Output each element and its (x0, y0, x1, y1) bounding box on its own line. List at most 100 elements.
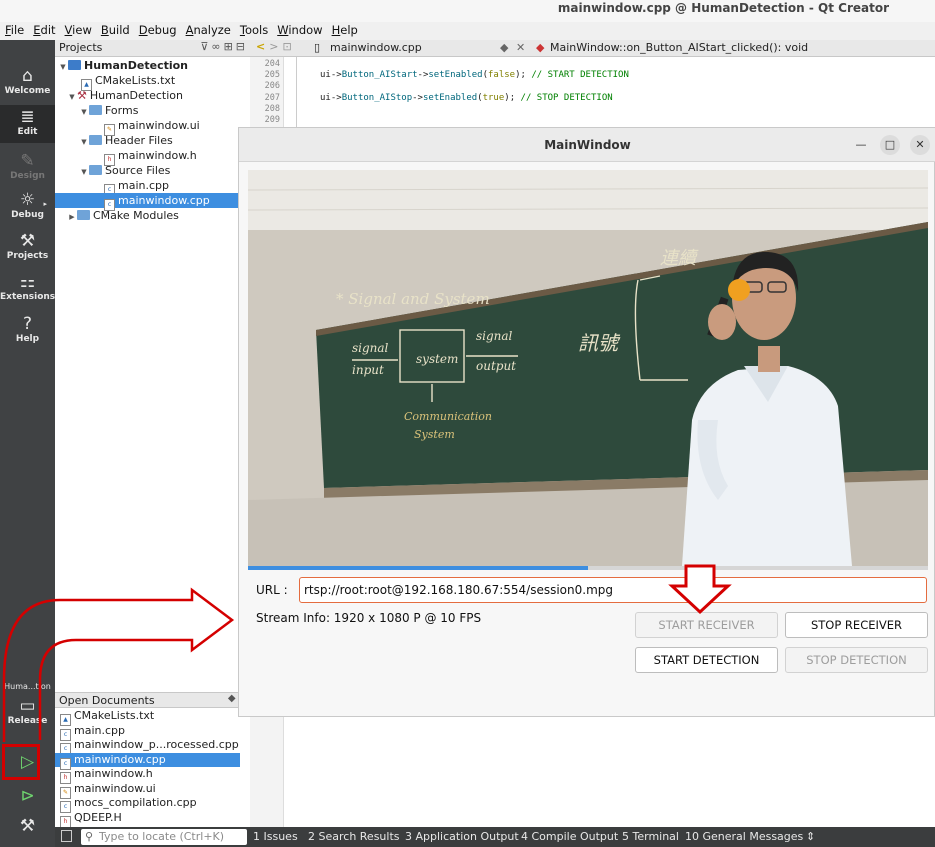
tab-general-messages[interactable]: 10 General Messages (685, 830, 803, 843)
maximize-icon[interactable]: □ (880, 135, 900, 155)
mode-selector: ⌂ Welcome ≣ Edit ✎ Design ☼ Debug ▸ ⚒ Pr… (0, 40, 55, 847)
menu-window[interactable]: Window (272, 22, 326, 37)
projects-panel-title[interactable]: Projects (59, 41, 102, 54)
code-token: ui (320, 93, 331, 103)
lock-icon[interactable]: ⊡ (282, 40, 295, 53)
kit-selector[interactable]: ▭ Release (0, 696, 55, 726)
code-line: ui->Button_AIStop->setEnabled(true); // … (320, 93, 613, 103)
open-doc-item[interactable]: c mainwindow_p...rocessed.cpp (55, 738, 240, 755)
open-documents-list: ▲ CMakeLists.txt c main.cpp c mainwindow_p.… (55, 708, 240, 828)
build-button[interactable]: ⚒ (0, 816, 55, 836)
hammer-icon: ⚒ (77, 89, 87, 102)
board-comm1: Communication (404, 410, 492, 423)
more-tabs-icon[interactable]: ⇕ (806, 830, 815, 843)
run-highlight-box (2, 744, 40, 780)
menu-file[interactable]: File (0, 22, 28, 37)
board-signal-in: signal (352, 341, 389, 355)
stream-progress-fill (248, 566, 588, 570)
file-dropdown-icon[interactable]: ◆ (500, 41, 508, 54)
editor-file-selector[interactable]: mainwindow.cpp (330, 41, 422, 54)
tab-search-results[interactable]: 2 Search Results (308, 830, 400, 843)
close-icon[interactable]: ✕ (910, 135, 930, 155)
mode-design[interactable]: ✎ Design (0, 151, 55, 181)
mode-projects-label: Projects (6, 251, 49, 261)
menu-edit[interactable]: Edit (28, 22, 59, 37)
mode-extensions-label: Extensions (0, 292, 56, 302)
code-token: setEnabled (422, 93, 478, 103)
tab-issues[interactable]: 1 Issues (253, 830, 298, 843)
open-doc-item[interactable]: h mainwindow.h (55, 767, 240, 784)
open-doc-item[interactable]: c mocs_compilation.cpp (55, 796, 240, 813)
tree-item-humandetection-root[interactable]: ▼ HumanDetection (55, 58, 240, 73)
open-doc-label: mainwindow_p...rocessed.cpp (74, 738, 239, 751)
mode-projects[interactable]: ⚒ Projects (0, 231, 55, 261)
tab-application-output[interactable]: 3 Application Output (405, 830, 519, 843)
tree-item-source-files[interactable]: ▼ Source Files (55, 163, 240, 178)
open-doc-label: mainwindow.cpp (74, 752, 166, 766)
tree-item-mainwindow-h[interactable]: h mainwindow.h (55, 148, 240, 166)
menu-analyze[interactable]: Analyze (181, 22, 235, 37)
mode-extensions[interactable]: ⚏ Extensions (0, 272, 55, 302)
url-input[interactable]: rtsp://root:root@192.168.180.67:554/sess… (299, 577, 927, 603)
header-file-icon: h (60, 815, 71, 828)
link-icon[interactable]: ∞ (211, 40, 223, 53)
minimize-icon[interactable]: — (851, 135, 871, 155)
board-system: system (416, 352, 458, 366)
menu-build[interactable]: Build (96, 22, 134, 37)
editor-nav: <>⊡ (256, 40, 296, 53)
code-comment: // START DETECTION (531, 70, 629, 80)
board-heading: * Signal and System (336, 290, 490, 308)
open-doc-label: mainwindow.ui (74, 781, 156, 795)
function-selector[interactable]: MainWindow::on_Button_AIStart_clicked():… (550, 41, 808, 54)
mode-help[interactable]: ? Help (0, 314, 55, 344)
tree-item-main-cpp[interactable]: c main.cpp (55, 178, 240, 196)
menu-debug[interactable]: Debug (134, 22, 181, 37)
split-icon[interactable]: ⊞ (224, 40, 236, 53)
code-comment: // STOP DETECTION (520, 93, 613, 103)
folder-icon (89, 165, 102, 175)
line-number: 205 (264, 70, 280, 80)
start-receiver-button[interactable]: START RECEIVER (635, 612, 778, 638)
back-icon[interactable]: < (256, 40, 269, 53)
mode-welcome[interactable]: ⌂ Welcome (0, 66, 55, 96)
menu-help[interactable]: Help (327, 22, 362, 37)
tab-compile-output[interactable]: 4 Compile Output (521, 830, 618, 843)
start-detection-button[interactable]: START DETECTION (635, 647, 778, 673)
open-doc-item[interactable]: c main.cpp (55, 724, 240, 741)
forward-icon[interactable]: > (269, 40, 282, 53)
tree-item-cmakelists[interactable]: ▲ CMakeLists.txt (55, 73, 240, 91)
tree-label: CMakeLists.txt (95, 74, 176, 87)
tab-terminal[interactable]: 5 Terminal (622, 830, 679, 843)
tree-item-cmake-modules[interactable]: ▶ CMake Modules (55, 208, 240, 223)
stop-detection-button[interactable]: STOP DETECTION (785, 647, 928, 673)
close-panel-icon[interactable]: ⊟ (236, 40, 248, 53)
open-doc-label: mocs_compilation.cpp (74, 796, 197, 809)
sidebar-toggle-icon[interactable] (61, 830, 72, 842)
open-doc-item[interactable]: h QDEEP.H (55, 811, 240, 828)
stop-receiver-button[interactable]: STOP RECEIVER (785, 612, 928, 638)
tree-item-forms[interactable]: ▼ Forms (55, 103, 240, 118)
code-line: ui->Button_AIStart->setEnabled(false); /… (320, 70, 629, 80)
project-icon (68, 60, 81, 70)
tree-item-humandetection-target[interactable]: ▼ ⚒ HumanDetection (55, 88, 240, 103)
code-token: Button_AIStart (341, 70, 418, 80)
search-icon: ⚲ (85, 830, 94, 843)
open-doc-item[interactable]: ✎ mainwindow.ui (55, 781, 240, 799)
mode-edit[interactable]: ≣ Edit (0, 105, 55, 143)
tree-item-mainwindow-ui[interactable]: ✎ mainwindow.ui (55, 118, 240, 136)
filter-icon[interactable]: ⊽ (200, 40, 211, 53)
open-doc-item[interactable]: ▲ CMakeLists.txt (55, 709, 240, 726)
menu-tools[interactable]: Tools (235, 22, 272, 37)
open-doc-item[interactable]: c mainwindow.cpp (55, 752, 240, 770)
tree-item-header-files[interactable]: ▼ Header Files (55, 133, 240, 148)
close-editor-icon[interactable]: ✕ (516, 41, 525, 54)
menu-view[interactable]: View (60, 22, 96, 37)
mode-debug[interactable]: ☼ Debug ▸ (0, 190, 55, 220)
tree-item-mainwindow-cpp[interactable]: c mainwindow.cpp (55, 193, 240, 211)
function-icon: ◆ (536, 41, 545, 54)
mode-design-label: Design (10, 171, 45, 181)
open-documents-title[interactable]: Open Documents (59, 694, 155, 707)
dropdown-icon[interactable]: ◆ (228, 693, 238, 704)
debug-run-button[interactable]: ⊳ (0, 786, 55, 806)
locator-input[interactable]: ⚲ Type to locate (Ctrl+K) (81, 829, 247, 845)
